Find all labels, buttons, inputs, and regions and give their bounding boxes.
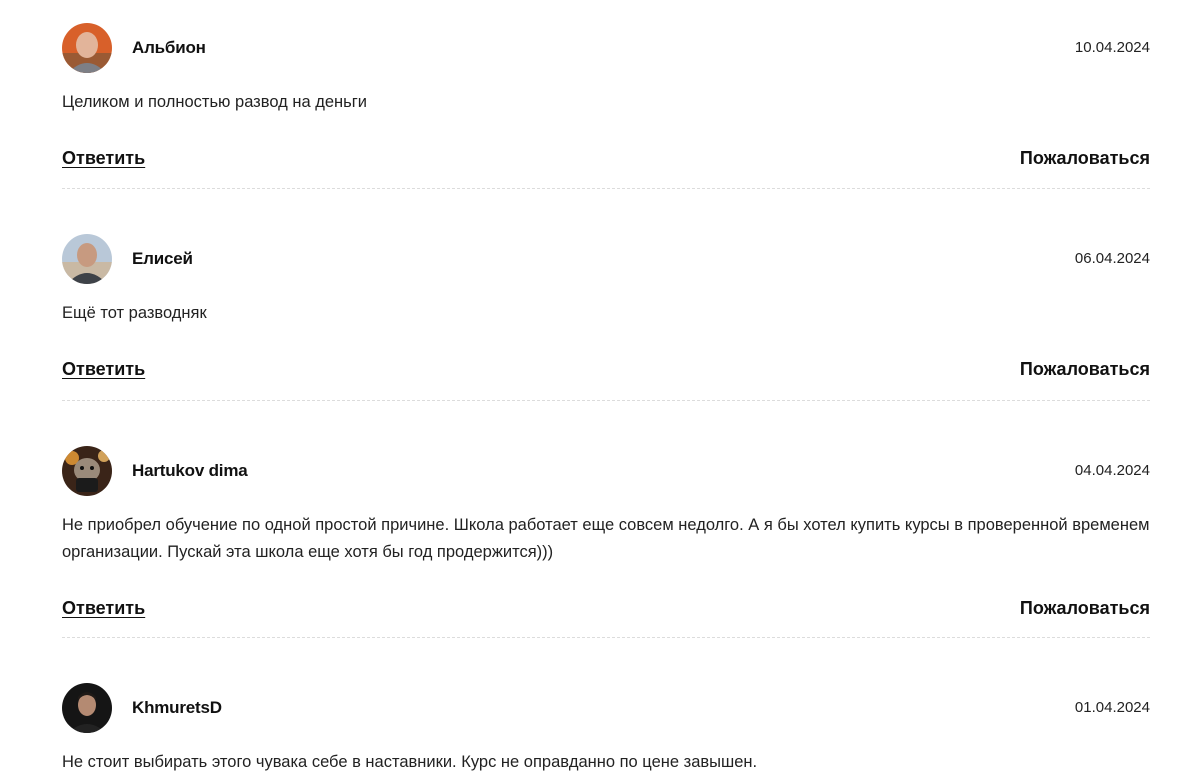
comment-header: KhmuretsD 01.04.2024 [62, 683, 1150, 733]
comment-date: 01.04.2024 [1074, 699, 1150, 716]
comment-header: Елисей 06.04.2024 [62, 234, 1150, 284]
avatar[interactable] [62, 23, 112, 73]
report-button[interactable]: Пожаловаться [1020, 148, 1150, 169]
avatar[interactable] [62, 234, 112, 284]
comment-text: Ещё тот разводняк [62, 304, 207, 322]
comment-text: Не приобрел обучение по одной простой пр… [62, 516, 1150, 561]
comment-item: Hartukov dima 04.04.2024 Не приобрел обу… [62, 446, 1150, 624]
divider [62, 637, 1150, 638]
comment-text: Целиком и полностью развод на деньги [62, 93, 367, 111]
comment-header: Hartukov dima 04.04.2024 [62, 446, 1150, 496]
comment-author: KhmuretsD [132, 698, 222, 717]
comment-item: KhmuretsD 01.04.2024 Не стоит выбирать э… [62, 683, 1150, 776]
comment-item: Елисей 06.04.2024 Ещё тот разводняк Отве… [62, 234, 1150, 385]
comment-actions: Ответить Пожаловаться [62, 148, 1150, 174]
avatar[interactable] [62, 446, 112, 496]
divider [62, 188, 1150, 189]
comment-date: 06.04.2024 [1074, 250, 1150, 267]
comment-author: Альбион [132, 38, 206, 57]
comment-item: Альбион 10.04.2024 Целиком и полностью р… [62, 23, 1150, 174]
reply-button[interactable]: Ответить [62, 148, 145, 169]
comment-text: Не стоит выбирать этого чувака себе в на… [62, 753, 758, 771]
report-button[interactable]: Пожаловаться [1020, 598, 1150, 619]
report-button[interactable]: Пожаловаться [1020, 359, 1150, 380]
comment-author: Hartukov dima [132, 461, 248, 480]
avatar[interactable] [62, 683, 112, 733]
comment-author: Елисей [132, 249, 193, 268]
comment-actions: Ответить Пожаловаться [62, 598, 1150, 624]
reply-button[interactable]: Ответить [62, 598, 145, 619]
divider [62, 400, 1150, 401]
comment-header: Альбион 10.04.2024 [62, 23, 1150, 73]
comments-list: Альбион 10.04.2024 Целиком и полностью р… [0, 0, 1201, 781]
reply-button[interactable]: Ответить [62, 359, 145, 380]
comment-date: 10.04.2024 [1074, 39, 1150, 56]
comment-actions: Ответить Пожаловаться [62, 359, 1150, 385]
comment-date: 04.04.2024 [1074, 462, 1150, 479]
